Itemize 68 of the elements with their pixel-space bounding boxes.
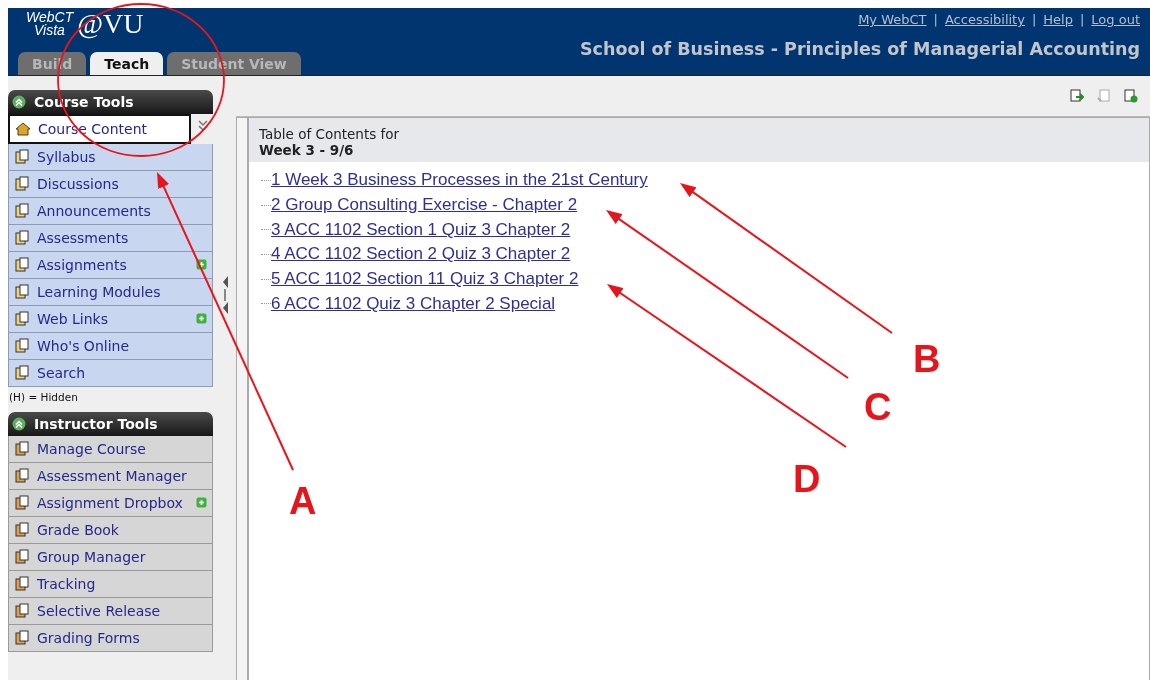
sidebar-item[interactable]: Grade Book [8,517,213,544]
scrollbar[interactable] [236,117,248,680]
content-link[interactable]: 4 ACC 1102 Section 2 Quiz 3 Chapter 2 [271,244,571,265]
sidebar-item[interactable]: Search [8,360,213,387]
new-badge-icon [196,259,207,270]
logo-text: WebCT [26,11,74,24]
sidebar-item[interactable]: Web Links [8,306,213,333]
course-title: School of Business - Principles of Managerial Accounting [579,39,1140,59]
week-title: Week 3 - 9/6 [259,142,355,158]
separator: | [1031,12,1037,27]
collapse-icon[interactable] [12,95,26,109]
sidebar-item[interactable]: Assignment Dropbox [8,490,213,517]
header-link[interactable]: My WebCT [858,12,927,27]
sidebar-item[interactable]: Syllabus [8,144,213,171]
header-link[interactable]: Log out [1091,12,1140,27]
sidebar-item[interactable]: Announcements [8,198,213,225]
sidebar-item[interactable]: Who's Online [8,333,213,360]
document-icon [14,338,30,354]
annotation-label: D [793,460,821,498]
content-link[interactable]: 3 ACC 1102 Section 1 Quiz 3 Chapter 2 [271,219,571,240]
document-icon [14,311,30,327]
header-link[interactable]: Accessibility [944,12,1025,27]
document-icon [14,495,30,511]
sidebar-item[interactable]: Assignments [8,252,213,279]
sidebar-item[interactable]: Learning Modules [8,279,213,306]
legend-text: (H) = Hidden [8,390,79,405]
document-icon [14,522,30,538]
toc-heading: Table of Contents for [259,126,401,142]
document-icon [14,630,30,646]
annotation-label: B [913,340,941,378]
document-icon [14,257,30,273]
document-icon [14,176,30,192]
sidebar-item[interactable]: Discussions [8,171,213,198]
content-link[interactable]: 6 ACC 1102 Quiz 3 Chapter 2 Special [271,293,556,314]
separator: | [1079,12,1085,27]
header-link[interactable]: Help [1043,12,1073,27]
sidebar-item[interactable]: Assessments [8,225,213,252]
document-icon [14,284,30,300]
print-icon[interactable] [1070,89,1084,103]
document-icon [14,549,30,565]
separator: | [933,12,938,27]
export-icon[interactable] [1124,89,1138,103]
document-icon [14,576,30,592]
sidebar-item[interactable]: Grading Forms [8,625,213,652]
content-link[interactable]: 5 ACC 1102 Section 11 Quiz 3 Chapter 2 [271,269,579,290]
logo-text: Vista [33,24,66,37]
document-icon [14,441,30,457]
panel-title: Instructor Tools [34,416,158,432]
content-link[interactable]: 2 Group Consulting Exercise - Chapter 2 [271,195,578,216]
document-icon [14,230,30,246]
sidebar-item[interactable]: Assessment Manager [8,463,213,490]
sidebar-item[interactable]: Tracking [8,571,213,598]
collapse-icon[interactable] [12,417,26,431]
document-icon [14,149,30,165]
document-icon [14,468,30,484]
content-link[interactable]: 1 Week 3 Business Processes in the 21st Century [271,170,648,191]
annotation-label: C [864,388,892,426]
document-icon [14,203,30,219]
house-icon [15,121,31,137]
tab[interactable]: Teach [90,52,164,75]
annotation-label: A [289,482,317,520]
new-badge-icon [196,313,207,324]
document-icon [14,603,30,619]
new-badge-icon [196,497,207,508]
sidebar-item[interactable]: Selective Release [8,598,213,625]
document-icon [14,365,30,381]
sidebar-item[interactable]: Group Manager [8,544,213,571]
sidebar-item[interactable]: Manage Course [8,436,213,463]
